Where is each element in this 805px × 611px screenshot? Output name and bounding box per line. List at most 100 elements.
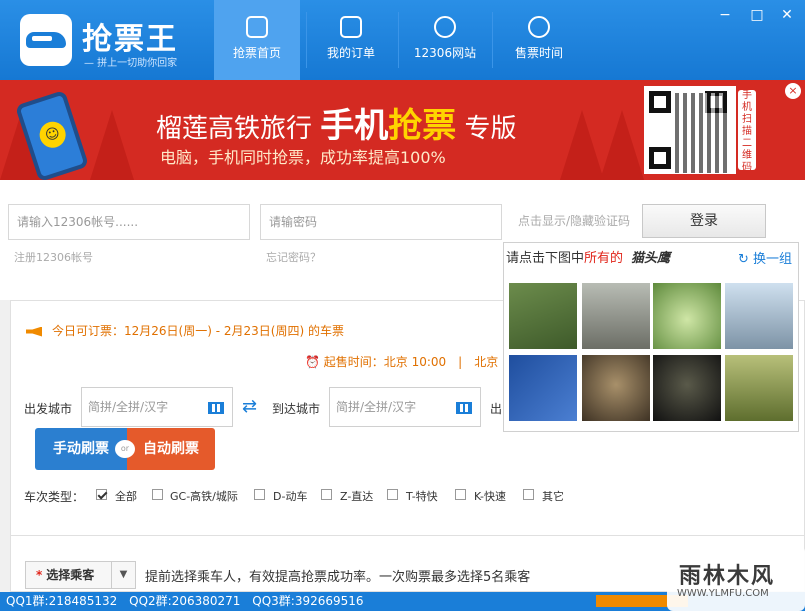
train-type-checkbox-z[interactable] xyxy=(321,489,332,500)
nav-divider xyxy=(398,12,399,68)
required-star: * xyxy=(36,568,43,582)
train-type-k-label: K-快速 xyxy=(474,490,507,503)
train-type-checkbox-all[interactable] xyxy=(96,489,107,500)
swap-icon[interactable]: ⇄ xyxy=(242,396,257,417)
passenger-tip: 提前选择乘车人，有效提高抢票成功率。一次购票最多选择5名乘客 xyxy=(145,570,531,585)
to-city-label: 到达城市 xyxy=(272,402,321,416)
train-logo-icon xyxy=(26,32,66,48)
banner-headline-a: 榴莲高铁旅行 xyxy=(156,114,313,144)
refresh-icon: ↻ xyxy=(737,252,749,267)
keyboard-icon[interactable] xyxy=(456,402,472,414)
train-type-t-label: T-特快 xyxy=(406,490,438,503)
train-type-d-label: D-动车 xyxy=(273,490,308,503)
from-city-label: 出发城市 xyxy=(24,402,73,416)
train-type-checkbox-d[interactable] xyxy=(254,489,265,500)
minimize-button[interactable]: − xyxy=(716,6,734,24)
to-city-input[interactable]: 简拼/全拼/汉字 xyxy=(329,387,481,427)
auto-refresh-button[interactable]: 自动刷票 xyxy=(127,428,215,470)
watermark-url: WWW.YLMFU.COM xyxy=(677,588,769,599)
tab-orders-label: 我的订单 xyxy=(326,46,375,60)
checkbox-icon xyxy=(340,16,362,38)
captcha-image-playing-card[interactable] xyxy=(509,355,577,421)
nav-divider xyxy=(306,12,307,68)
tab-12306[interactable]: 12306网站 xyxy=(402,0,488,80)
captcha-image-bridge[interactable] xyxy=(582,283,650,349)
captcha-image-cabbage[interactable] xyxy=(653,283,721,349)
train-icon xyxy=(246,16,268,38)
account-input[interactable]: 请输入12306帐号...... xyxy=(8,204,250,240)
captcha-refresh-label: 换一组 xyxy=(752,252,792,267)
banner-headline-d: 专版 xyxy=(464,114,517,144)
to-city-placeholder: 简拼/全拼/汉字 xyxy=(336,400,417,414)
select-passenger-label: 选择乘客 xyxy=(46,568,95,582)
app-logo xyxy=(20,14,72,66)
sale-time-text: 起售时间：北京 10:00 | 北京 xyxy=(323,355,499,369)
alarm-icon: ⏰ xyxy=(305,355,320,369)
train-type-label: 车次类型： xyxy=(24,490,85,504)
tab-home[interactable]: 抢票首页 xyxy=(214,0,300,80)
or-separator: or xyxy=(115,440,135,458)
clock-icon xyxy=(528,16,550,38)
captcha-image-kangaroo[interactable] xyxy=(725,355,793,421)
captcha-image-owl-dark[interactable] xyxy=(653,355,721,421)
keyboard-icon[interactable] xyxy=(208,402,224,414)
app-slogan: — 拼上一切助你回家 xyxy=(84,58,178,69)
train-type-gc-label: GC-高铁/城际 xyxy=(170,490,238,503)
close-button[interactable]: ✕ xyxy=(778,6,796,24)
captcha-image-bamboo[interactable] xyxy=(509,283,577,349)
globe-icon xyxy=(434,16,456,38)
qq-group-1[interactable]: QQ1群:218485132 xyxy=(6,594,117,608)
train-type-checkbox-other[interactable] xyxy=(523,489,534,500)
train-type-checkbox-t[interactable] xyxy=(387,489,398,500)
chevron-down-icon[interactable]: ▼ xyxy=(111,562,135,588)
watermark-logo: 雨林木风 WWW.YLMFU.COM xyxy=(667,546,805,611)
train-type-other-label: 其它 xyxy=(542,490,564,503)
banner-close-button[interactable]: × xyxy=(785,83,801,99)
smiley-icon: ☺ xyxy=(36,118,70,152)
captcha-image-arch-bridge[interactable] xyxy=(725,283,793,349)
tab-orders[interactable]: 我的订单 xyxy=(308,0,394,80)
qr-code xyxy=(644,86,736,174)
captcha-prompt-a: 请点击下图中 xyxy=(506,251,585,266)
captcha-refresh-button[interactable]: ↻ 换一组 xyxy=(738,248,792,267)
qq-group-2[interactable]: QQ2群:206380271 xyxy=(129,594,240,608)
watermark-title: 雨林木风 xyxy=(679,564,776,589)
tree-decoration xyxy=(90,110,134,180)
tab-12306-label: 12306网站 xyxy=(413,46,477,60)
maximize-button[interactable]: □ xyxy=(748,6,766,24)
title-bar: 抢票王 — 拼上一切助你回家 抢票首页 我的订单 12306网站 售票时间 − … xyxy=(0,0,805,80)
date-label: 出 xyxy=(490,402,503,416)
select-passenger-button[interactable]: * 选择乘客 ▼ xyxy=(25,561,136,589)
captcha-toggle-link[interactable]: 点击显示/隐藏验证码 xyxy=(518,212,630,229)
qq-group-3[interactable]: QQ3群:392669516 xyxy=(252,594,363,608)
manual-refresh-button[interactable]: 手动刷票 xyxy=(35,428,127,470)
password-input[interactable]: 请输密码 xyxy=(260,204,502,240)
captcha-prompt-b: 所有的 xyxy=(584,251,624,266)
qr-finder xyxy=(649,91,671,113)
banner-subline: 电脑，手机同时抢票，成功率提高100% xyxy=(160,148,446,167)
train-type-checkbox-k[interactable] xyxy=(455,489,466,500)
qr-finder xyxy=(649,147,671,169)
captcha-target: 猫头鹰 xyxy=(631,251,671,266)
booking-notice-text: 今日可订票：12月26日(周一) - 2月23日(周四) 的车票 xyxy=(52,324,344,338)
register-link[interactable]: 注册12306帐号 xyxy=(14,249,93,265)
tab-home-label: 抢票首页 xyxy=(232,46,281,60)
megaphone-icon xyxy=(26,326,42,337)
forgot-password-link[interactable]: 忘记密码？ xyxy=(266,249,321,265)
banner-headline: 榴莲高铁旅行 手机抢票 专版 xyxy=(156,98,517,147)
from-city-input[interactable]: 简拼/全拼/汉字 xyxy=(81,387,233,427)
train-type-all-label: 全部 xyxy=(115,490,137,503)
banner-headline-c: 抢票 xyxy=(388,106,457,146)
captcha-image-owl[interactable] xyxy=(582,355,650,421)
tab-sale-time-label: 售票时间 xyxy=(514,46,563,60)
qr-pattern xyxy=(675,93,731,173)
app-window: 抢票王 — 拼上一切助你回家 抢票首页 我的订单 12306网站 售票时间 − … xyxy=(0,0,805,611)
login-button[interactable]: 登录 xyxy=(642,204,766,238)
app-brand: 抢票王 xyxy=(82,22,178,57)
train-type-checkbox-gc[interactable] xyxy=(152,489,163,500)
qr-tag: 手机扫描二维码 xyxy=(738,90,756,173)
tree-decoration xyxy=(560,110,604,180)
banner-headline-b: 手机 xyxy=(320,106,389,146)
booking-notice: 今日可订票：12月26日(周一) - 2月23日(周四) 的车票 xyxy=(26,322,344,339)
tab-sale-time[interactable]: 售票时间 xyxy=(496,0,582,80)
